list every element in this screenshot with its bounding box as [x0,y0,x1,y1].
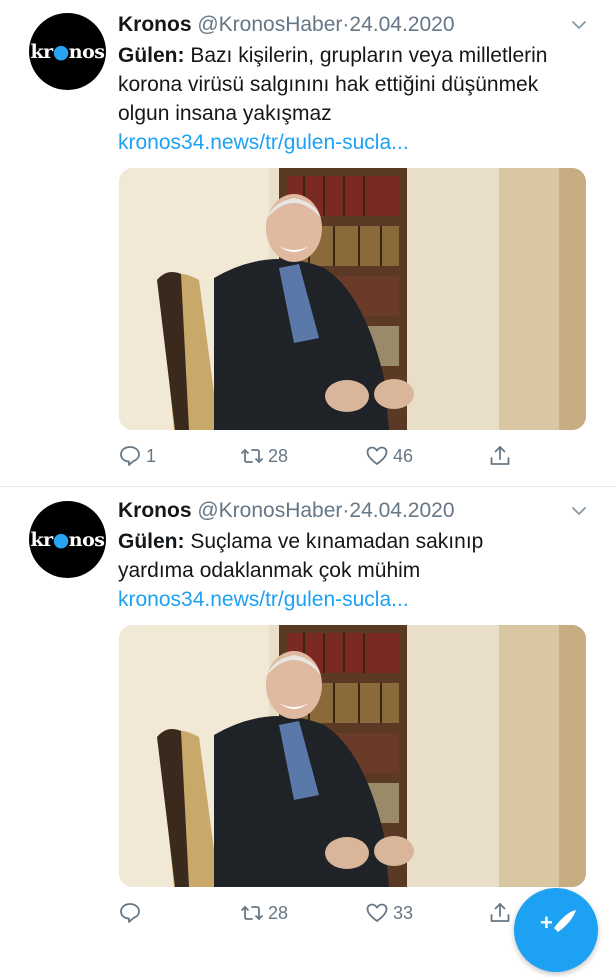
chevron-down-icon[interactable] [568,500,590,522]
avatar[interactable]: kr●nos [29,501,106,578]
tweet-link[interactable]: kronos34.news/tr/gulen-sucla... [118,585,409,614]
photo-illustration [119,625,586,887]
like-button[interactable]: 33 [365,898,413,928]
retweet-count: 28 [268,902,289,923]
like-count: 33 [393,902,414,923]
retweet-icon [241,906,263,920]
tweet-text: Gülen: Bazı kişilerin, grupların veya mi… [118,44,548,125]
share-button[interactable] [488,898,512,928]
tweet-date[interactable]: 24.04.2020 [349,499,454,522]
tweet-link[interactable]: kronos34.news/tr/gulen-sucla... [118,128,409,157]
photo-illustration [119,168,586,430]
share-icon [490,446,510,465]
like-icon [366,446,388,465]
reply-button[interactable]: 1 [118,441,156,471]
reply-icon [120,446,140,466]
author-handle[interactable]: @KronosHaber [197,499,342,522]
author-name[interactable]: Kronos [118,13,192,36]
tweet-header: Kronos @KronosHaber·24.04.2020 [118,496,455,526]
tweet-photo[interactable] [119,168,586,430]
author-handle[interactable]: @KronosHaber [197,13,342,36]
like-count: 46 [393,445,414,466]
retweet-count: 28 [268,445,289,466]
retweet-icon [241,449,263,463]
tweet-text: Gülen: Suçlama ve kınamadan sakınıp yard… [118,530,484,582]
compose-button[interactable]: + [514,888,598,972]
like-icon [366,903,388,922]
reply-count: 1 [146,445,157,466]
chevron-down-icon[interactable] [568,14,590,36]
svg-text:+: + [540,910,553,935]
tweet-date[interactable]: 24.04.2020 [349,13,454,36]
share-button[interactable] [488,441,512,471]
tweet[interactable]: kr●nos Kronos @KronosHaber·24.04.2020 Gü… [0,487,616,933]
like-button[interactable]: 46 [365,441,413,471]
share-icon [490,903,510,922]
author-name[interactable]: Kronos [118,499,192,522]
speaker-label: Gülen: [118,44,185,67]
reply-button[interactable] [118,898,146,928]
compose-icon: + [540,910,576,935]
avatar-logo-text: kr●nos [30,40,105,63]
retweet-button[interactable]: 28 [240,441,288,471]
reply-icon [120,903,140,923]
tweet[interactable]: kr●nos Kronos @KronosHaber·24.04.2020 Gü… [0,0,616,486]
tweet-header: Kronos @KronosHaber·24.04.2020 [118,10,455,40]
tweet-photo[interactable] [119,625,586,887]
avatar[interactable]: kr●nos [29,13,106,90]
retweet-button[interactable]: 28 [240,898,288,928]
tweet-actions: 1 28 46 [118,441,598,471]
avatar-logo-text: kr●nos [30,528,105,551]
speaker-label: Gülen: [118,530,185,553]
